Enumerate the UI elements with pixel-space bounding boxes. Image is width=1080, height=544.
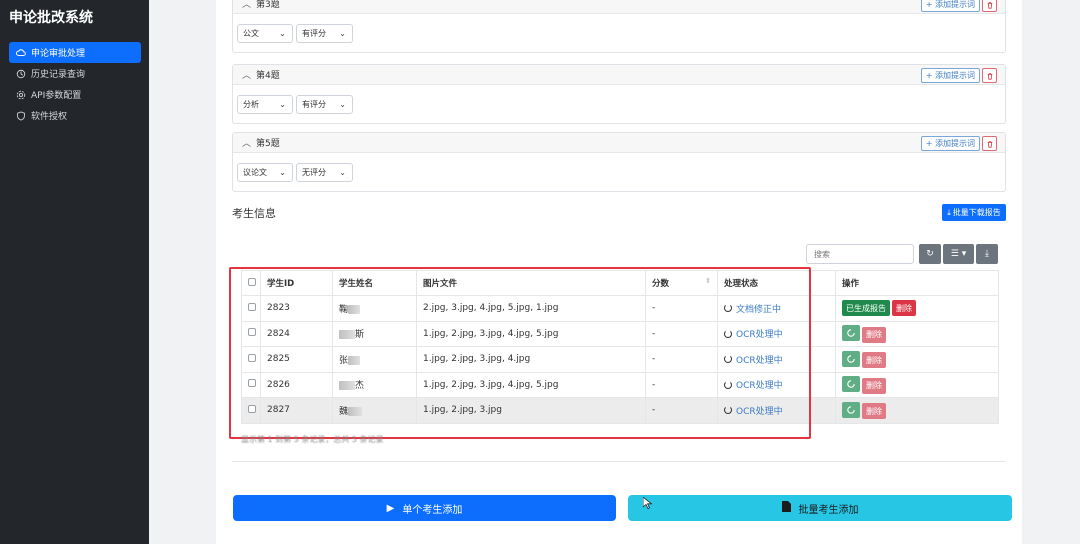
- question-card-3: ︿ 第3题 + 添加提示词 公文 ⌄ 有评分 ⌄: [232, 0, 1006, 53]
- sidebar-item-api-config[interactable]: API参数配置: [9, 84, 141, 105]
- question-title: 第5题: [256, 139, 280, 149]
- delete-question-button[interactable]: [982, 68, 997, 83]
- add-hint-button[interactable]: + 添加提示词: [920, 68, 980, 83]
- search-input[interactable]: 搜索: [806, 244, 914, 264]
- chevron-down-icon: ⌄: [339, 168, 346, 177]
- spinner-icon: [847, 380, 855, 388]
- spinner-icon: [847, 329, 855, 337]
- delete-button[interactable]: 删除: [892, 300, 916, 317]
- sidebar-item-label: 申论审批处理: [31, 49, 86, 59]
- cloud-icon: [16, 48, 26, 58]
- download-icon: ⤓: [947, 207, 951, 217]
- select-value: 有评分: [302, 100, 326, 109]
- question-title: 第4题: [256, 71, 280, 81]
- processing-button[interactable]: [842, 376, 860, 392]
- delete-button[interactable]: 删除: [862, 377, 886, 394]
- batch-download-report-button[interactable]: ⤓ 批量下载报告: [942, 204, 1006, 221]
- trash-icon: [987, 140, 992, 148]
- question-card-4: ︿ 第4题 + 添加提示词 分析 ⌄ 有评分 ⌄: [232, 64, 1006, 124]
- select-value: 无评分: [302, 168, 326, 177]
- section-divider: [232, 461, 1006, 462]
- clock-icon: [16, 69, 26, 79]
- refresh-icon: ↻: [926, 249, 934, 259]
- question-header[interactable]: ︿ 第4题 + 添加提示词: [233, 65, 1005, 85]
- spinner-icon: [847, 405, 855, 414]
- sidebar-item-label: API参数配置: [31, 91, 82, 101]
- shield-icon: [16, 110, 26, 121]
- actions: 已生成报告 删除: [835, 295, 999, 322]
- add-single-student-button[interactable]: ▶ 单个考生添加: [233, 495, 616, 521]
- download-icon: ⤓: [985, 249, 989, 259]
- add-hint-button[interactable]: + 添加提示词: [920, 136, 980, 151]
- columns-toggle-button[interactable]: ☰ ▾: [943, 244, 974, 264]
- select-value: 议论文: [243, 168, 267, 177]
- gear-icon: [16, 90, 26, 100]
- sidebar-item-label: 软件授权: [31, 112, 68, 122]
- processing-button[interactable]: [842, 401, 860, 418]
- chevron-down-icon: ⌄: [339, 100, 346, 109]
- list-icon: ☰ ▾: [950, 249, 967, 259]
- column-header: 操作: [835, 270, 999, 296]
- mouse-cursor-icon: [643, 497, 652, 509]
- trash-icon: [987, 1, 992, 9]
- students-section-title: 考生信息: [232, 207, 276, 220]
- button-label: 单个考生添加: [402, 504, 463, 516]
- add-batch-students-button[interactable]: 批量考生添加: [628, 495, 1012, 521]
- select-value: 公文: [243, 29, 259, 38]
- play-icon: ▶: [386, 502, 395, 514]
- export-button[interactable]: ⤓: [976, 244, 998, 264]
- select-value: 有评分: [302, 29, 326, 38]
- app-title: 申论批改系统: [9, 10, 93, 26]
- question-header[interactable]: ︿ 第5题 + 添加提示词: [233, 133, 1005, 153]
- scoring-select[interactable]: 有评分 ⌄: [296, 95, 353, 114]
- chevron-down-icon: ⌄: [339, 29, 346, 38]
- actions: 删除: [835, 346, 999, 373]
- pagination-info: 显示第 1 到第 5 条记录，总共 5 条记录: [241, 435, 384, 444]
- sidebar-item-label: 历史记录查询: [31, 70, 86, 80]
- question-type-select[interactable]: 议论文 ⌄: [237, 163, 293, 182]
- spinner-icon: [847, 354, 855, 363]
- delete-question-button[interactable]: [982, 136, 997, 151]
- chevron-down-icon: ⌄: [279, 100, 286, 109]
- sidebar: 申论批改系统 申论审批处理 历史记录查询 API参数配置 软件授权: [0, 0, 149, 544]
- file-icon: [781, 501, 791, 515]
- chevron-down-icon: ⌄: [279, 168, 286, 177]
- select-value: 分析: [243, 100, 259, 109]
- sidebar-nav: 申论审批处理 历史记录查询 API参数配置 软件授权: [9, 42, 141, 126]
- question-card-5: ︿ 第5题 + 添加提示词 议论文 ⌄ 无评分 ⌄: [232, 132, 1006, 192]
- processing-button[interactable]: [842, 325, 860, 341]
- trash-icon: [987, 72, 992, 80]
- sidebar-item-history[interactable]: 历史记录查询: [9, 63, 141, 84]
- delete-button[interactable]: 删除: [862, 403, 886, 419]
- question-type-select[interactable]: 分析 ⌄: [237, 95, 293, 114]
- actions: 删除: [835, 320, 999, 347]
- delete-button[interactable]: 删除: [862, 352, 886, 368]
- button-label: 批量下载报告: [952, 208, 1001, 217]
- chevron-up-icon[interactable]: ︿: [242, 136, 251, 149]
- report-generated-button[interactable]: 已生成报告: [842, 300, 890, 317]
- scoring-select[interactable]: 无评分 ⌄: [296, 163, 353, 182]
- actions: 删除: [835, 397, 999, 424]
- question-type-select[interactable]: 公文 ⌄: [237, 24, 293, 43]
- question-title: 第3题: [256, 0, 280, 10]
- scoring-select[interactable]: 有评分 ⌄: [296, 24, 353, 43]
- chevron-up-icon[interactable]: ︿: [242, 0, 251, 10]
- question-header[interactable]: ︿ 第3题 + 添加提示词: [233, 0, 1005, 14]
- delete-question-button[interactable]: [982, 0, 997, 12]
- sidebar-item-essay-review[interactable]: 申论审批处理: [9, 42, 141, 63]
- refresh-button[interactable]: ↻: [919, 244, 941, 264]
- actions: 删除: [835, 371, 999, 398]
- delete-button[interactable]: 删除: [862, 326, 886, 343]
- button-label: 批量考生添加: [798, 504, 859, 516]
- add-hint-button[interactable]: + 添加提示词: [920, 0, 980, 12]
- sidebar-item-license[interactable]: 软件授权: [9, 105, 141, 126]
- highlight-annotation-frame: [229, 267, 811, 439]
- chevron-up-icon[interactable]: ︿: [242, 68, 251, 81]
- chevron-down-icon: ⌄: [279, 29, 286, 38]
- processing-button[interactable]: [842, 350, 860, 367]
